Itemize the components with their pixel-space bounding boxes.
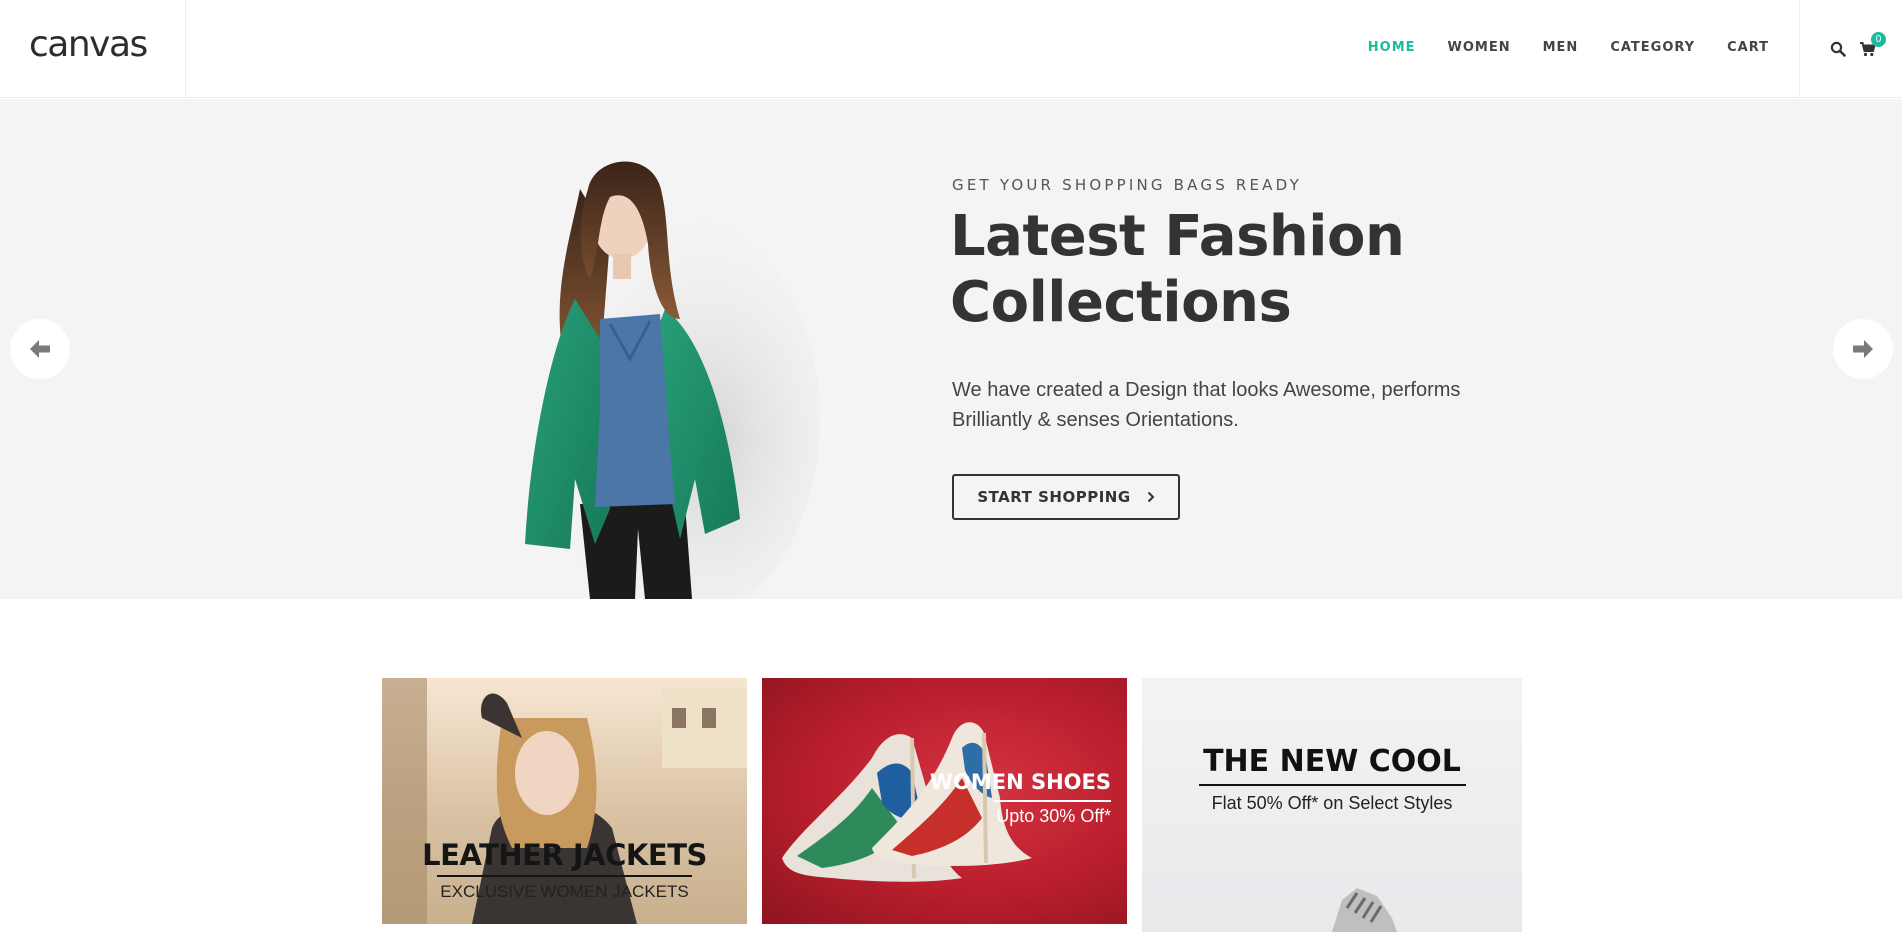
promo-divider bbox=[993, 800, 1111, 802]
promo-subtitle-leather-jackets: EXCLUSIVE WOMEN JACKETS bbox=[440, 882, 689, 901]
hero-title: Latest Fashion Collections bbox=[950, 204, 1405, 335]
nav-item-women[interactable]: WOMEN bbox=[1448, 40, 1511, 55]
promo-title-leather-jackets: LEATHER JACKETS bbox=[422, 838, 707, 872]
arrow-right-icon bbox=[1853, 340, 1873, 358]
hero-model-image bbox=[520, 161, 820, 599]
hero-description: We have created a Design that looks Awes… bbox=[952, 379, 1461, 431]
nav-item-cart[interactable]: CART bbox=[1727, 40, 1769, 55]
nav-item-category[interactable]: CATEGORY bbox=[1610, 40, 1695, 55]
hero-subtitle: GET YOUR SHOPPING BAGS READY bbox=[952, 176, 1302, 194]
slider-prev-button[interactable] bbox=[10, 319, 70, 379]
site-header: canvas HOME WOMEN MEN CATEGORY CART 0 bbox=[0, 0, 1902, 98]
brand-logo[interactable]: canvas bbox=[29, 24, 148, 65]
search-icon[interactable] bbox=[1830, 41, 1846, 57]
logo-container: canvas bbox=[0, 0, 186, 98]
nav-item-home[interactable]: HOME bbox=[1368, 40, 1416, 55]
promo-card-leather-jackets[interactable]: LEATHER JACKETS EXCLUSIVE WOMEN JACKETS bbox=[382, 678, 747, 924]
chevron-right-icon bbox=[1147, 491, 1155, 503]
watch-image bbox=[1332, 888, 1397, 932]
hero-slider: GET YOUR SHOPPING BAGS READY Latest Fash… bbox=[0, 99, 1902, 599]
start-shopping-button[interactable]: START SHOPPING bbox=[952, 474, 1180, 520]
promo-title-women-shoes: WOMEN SHOES bbox=[929, 770, 1111, 794]
arrow-left-icon bbox=[30, 340, 50, 358]
slider-next-button[interactable] bbox=[1833, 319, 1893, 379]
header-divider bbox=[1799, 0, 1800, 98]
promo-card-women-shoes[interactable]: WOMEN SHOES Upto 30% Off* bbox=[762, 678, 1127, 924]
nav-item-men[interactable]: MEN bbox=[1543, 40, 1579, 55]
start-shopping-label: START SHOPPING bbox=[977, 488, 1131, 506]
promo-divider bbox=[437, 875, 692, 877]
primary-nav: HOME WOMEN MEN CATEGORY CART bbox=[1336, 40, 1769, 55]
cart-count-badge: 0 bbox=[1871, 32, 1886, 47]
promo-subtitle-women-shoes: Upto 30% Off* bbox=[996, 806, 1111, 826]
promo-card-new-cool[interactable]: THE NEW COOL Flat 50% Off* on Select Sty… bbox=[1142, 678, 1522, 932]
